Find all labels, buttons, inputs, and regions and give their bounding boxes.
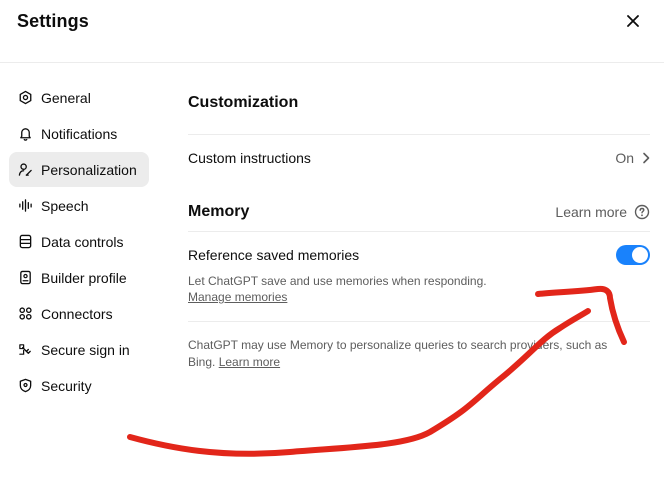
sidebar-item-label: Notifications: [41, 125, 118, 142]
custom-instructions-row[interactable]: Custom instructions On: [188, 135, 650, 181]
sidebar-item-personalization[interactable]: Personalization: [9, 152, 149, 187]
reference-saved-memories-label: Reference saved memories: [188, 247, 360, 263]
sidebar-item-label: Personalization: [41, 161, 137, 178]
id-card-icon: [18, 270, 33, 285]
toggle-knob: [632, 247, 648, 263]
custom-instructions-label: Custom instructions: [188, 150, 311, 166]
reference-saved-memories-toggle[interactable]: [616, 245, 650, 265]
memory-note-learn-more-link[interactable]: Learn more: [219, 355, 280, 369]
sidebar-item-builder-profile[interactable]: Builder profile: [9, 260, 149, 295]
settings-header: Settings: [0, 0, 664, 63]
key-icon: [18, 342, 33, 357]
sidebar-item-label: Secure sign in: [41, 341, 130, 358]
settings-content: Customization Custom instructions On Mem…: [188, 80, 650, 371]
sidebar-item-secure-sign-in[interactable]: Secure sign in: [9, 332, 149, 367]
manage-memories-link[interactable]: Manage memories: [188, 289, 650, 305]
reference-saved-memories-description: Let ChatGPT save and use memories when r…: [188, 274, 487, 288]
page-title: Settings: [17, 11, 89, 31]
sidebar-item-label: Security: [41, 377, 92, 394]
customization-heading: Customization: [188, 94, 299, 111]
learn-more-label: Learn more: [555, 204, 627, 220]
person-icon: [18, 162, 33, 177]
sidebar-item-speech[interactable]: Speech: [9, 188, 149, 223]
memory-header-row: Memory Learn more: [188, 197, 650, 227]
sidebar-item-data-controls[interactable]: Data controls: [9, 224, 149, 259]
sidebar-item-connectors[interactable]: Connectors: [9, 296, 149, 331]
memory-learn-more-link[interactable]: Learn more: [555, 204, 650, 220]
sidebar-item-label: Connectors: [41, 305, 113, 322]
sidebar-item-notifications[interactable]: Notifications: [9, 116, 149, 151]
close-button[interactable]: [620, 10, 646, 36]
sidebar-item-label: General: [41, 89, 91, 106]
memory-heading: Memory: [188, 203, 250, 220]
close-icon: [627, 14, 639, 32]
sidebar-item-label: Speech: [41, 197, 89, 214]
shield-icon: [18, 378, 33, 393]
reference-saved-memories-row: Reference saved memories: [188, 245, 650, 265]
memory-note: ChatGPT may use Memory to personalize qu…: [188, 337, 608, 371]
sidebar-item-general[interactable]: General: [9, 80, 149, 115]
sidebar-item-label: Builder profile: [41, 269, 127, 286]
database-icon: [18, 234, 33, 249]
help-circle-icon: [634, 204, 650, 220]
bell-icon: [18, 126, 33, 141]
settings-sidebar: General Notifications Personalization Sp…: [9, 80, 149, 404]
waveform-icon: [18, 198, 33, 213]
sidebar-item-security[interactable]: Security: [9, 368, 149, 403]
chevron-right-icon: [642, 152, 650, 164]
gear-icon: [18, 90, 33, 105]
custom-instructions-value: On: [615, 150, 634, 166]
sidebar-item-label: Data controls: [41, 233, 124, 250]
connectors-icon: [18, 306, 33, 321]
